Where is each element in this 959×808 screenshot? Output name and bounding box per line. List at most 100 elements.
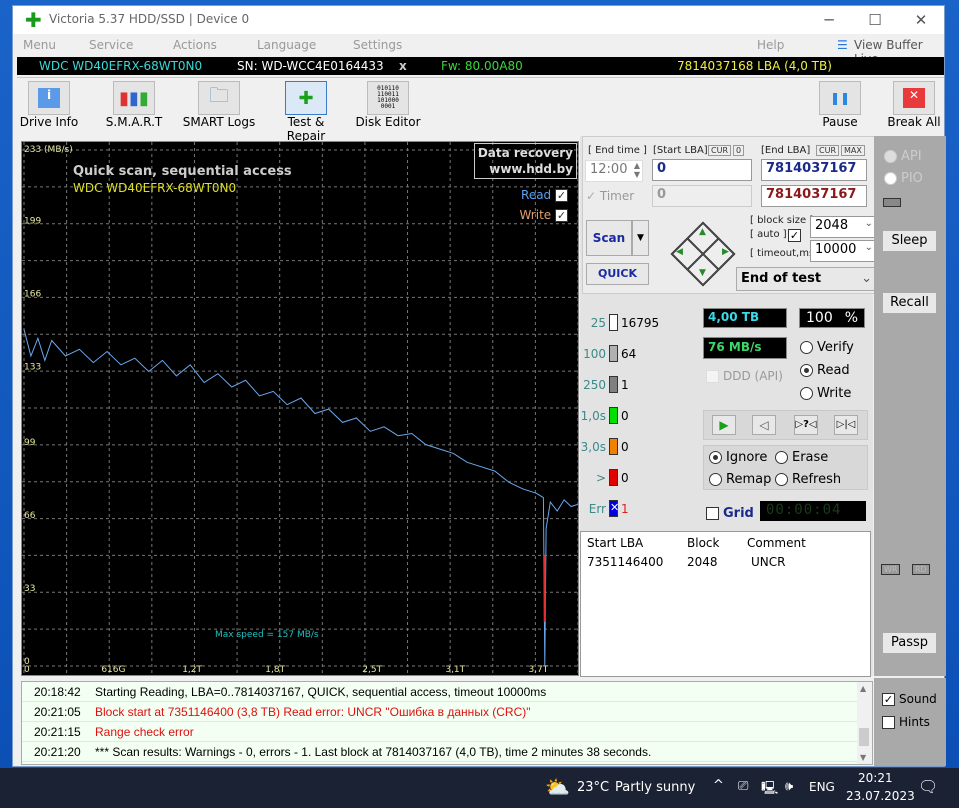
smart-button[interactable]: ▮ ▮ ▮ S.M.A.R.T <box>99 81 169 129</box>
block-color-swatch[interactable] <box>609 407 618 424</box>
percent-sign: % <box>844 310 858 326</box>
clock-date[interactable]: 23.07.2023 <box>846 789 915 803</box>
refresh-radio[interactable]: Refresh <box>775 472 841 487</box>
clock-time[interactable]: 20:21 <box>858 771 893 785</box>
quick-button[interactable]: QUICK <box>586 263 649 285</box>
remap-radio[interactable]: Remap <box>709 472 771 487</box>
passp-button[interactable]: Passp <box>882 632 937 654</box>
block-color-swatch[interactable] <box>609 469 618 486</box>
scan-button[interactable]: Scan <box>586 220 632 256</box>
minimize-button[interactable]: ─ <box>806 6 852 34</box>
log-entry: 20:18:42 Starting Reading, LBA=0..7814037… <box>22 682 858 702</box>
legend-write-checkbox[interactable]: ✓ <box>555 209 568 222</box>
disk-editor-button[interactable]: 010110 110011 101000 0001 Disk Editor <box>355 81 421 129</box>
notifications-icon[interactable]: 🗨 <box>918 777 938 796</box>
pause-button[interactable]: ❚❚ Pause <box>815 81 865 129</box>
block-color-swatch[interactable] <box>609 314 618 331</box>
block-count: 1 <box>621 501 629 516</box>
end-action-select[interactable]: End of test ⌄ <box>736 267 878 291</box>
start-zero-button[interactable]: 0 <box>733 145 745 156</box>
end-max-button[interactable]: MAX <box>841 145 865 156</box>
menu-settings[interactable]: Settings <box>353 38 402 52</box>
menu-service[interactable]: Service <box>89 38 133 52</box>
chart-title: Quick scan, sequential access <box>73 164 292 179</box>
block-color-swatch[interactable] <box>609 345 618 362</box>
ignore-label: Ignore <box>726 450 768 465</box>
play-button[interactable]: ▶ <box>712 415 736 435</box>
speed-chart: 233 (MB/s) 199 166 133 99 66 33 0 0 616G 1,2T 1,8T 2… <box>21 141 579 676</box>
verify-radio[interactable]: Verify <box>800 340 854 355</box>
block-stat-row: 3,0s 0 <box>580 438 629 455</box>
legend-write[interactable]: Write ✓ <box>519 208 568 222</box>
chevron-up-icon[interactable]: ^ <box>713 778 724 793</box>
end-lba-display[interactable]: 7814037167 <box>761 185 867 207</box>
break-all-button[interactable]: ✕ Break All <box>885 81 943 129</box>
camera-icon[interactable]: ⎚ <box>738 779 748 794</box>
drive-close-button[interactable]: x <box>399 57 407 75</box>
test-repair-button[interactable]: ✚ Test & Repair <box>267 81 345 143</box>
network-icon[interactable]: 🖳 <box>761 779 778 801</box>
toolbar: i Drive Info ▮ ▮ ▮ S.M.A.R.T 🗀 SMART Logs ✚ Te… <box>17 77 944 143</box>
start-lba-input[interactable]: 0 <box>652 159 752 181</box>
start-cur-button[interactable]: CUR <box>708 145 731 156</box>
block-stat-row: >0 <box>580 469 629 486</box>
erase-radio[interactable]: Erase <box>775 450 828 465</box>
block-count: 0 <box>621 470 629 485</box>
spinner-icon[interactable]: ▲ ▼ <box>634 161 640 179</box>
rewind-button[interactable]: ◁ <box>752 415 776 435</box>
block-threshold: 100 <box>583 346 606 361</box>
label: Disk Editor <box>355 115 421 129</box>
menu-help[interactable]: Help <box>757 38 784 52</box>
block-color-swatch[interactable] <box>609 438 618 455</box>
wr-indicator: WR <box>881 564 901 575</box>
arrow-down-icon: ▼ <box>699 268 706 278</box>
pio-radio[interactable]: PIO <box>884 171 923 186</box>
write-radio[interactable]: Write <box>800 386 851 401</box>
legend-read-checkbox[interactable]: ✓ <box>555 189 568 202</box>
drive-info-button[interactable]: i Drive Info <box>17 81 81 129</box>
close-button[interactable]: ✕ <box>898 6 944 34</box>
read-radio[interactable]: Read <box>800 363 850 378</box>
drive-capacity: 7814037168 LBA (4,0 TB) <box>677 59 832 73</box>
timer-input[interactable]: 0 <box>652 185 752 207</box>
weather-text[interactable]: Partly sunny <box>615 780 695 795</box>
sleep-button[interactable]: Sleep <box>882 230 937 252</box>
menu-menu[interactable]: Menu <box>23 38 56 52</box>
log-scrollbar[interactable]: ▲ ▼ <box>857 682 872 764</box>
table-row[interactable]: 7351146400 2048 UNCR <box>581 554 870 570</box>
end-cur-button[interactable]: CUR <box>816 145 839 156</box>
butterfly-button[interactable]: ▷|◁ <box>834 415 858 435</box>
timer-checkbox[interactable]: ✓ Timer <box>586 189 634 203</box>
language-indicator[interactable]: ENG <box>809 780 835 794</box>
end-lba-input[interactable]: 7814037167 <box>761 159 867 181</box>
block-size-select[interactable]: 2048 ⌄ <box>810 216 878 238</box>
legend-read[interactable]: Read ✓ <box>521 188 568 202</box>
menu-language[interactable]: Language <box>257 38 316 52</box>
end-time-input[interactable]: 12:00 ▲ ▼ <box>585 160 643 182</box>
api-radio[interactable]: API <box>884 149 922 164</box>
rd-indicator: RD <box>912 564 930 575</box>
sound-checkbox[interactable]: ✓ Sound <box>882 692 937 706</box>
recall-button[interactable]: Recall <box>882 292 937 314</box>
ddd-api-checkbox[interactable]: DDD (API) <box>706 369 783 383</box>
random-button[interactable]: ▷?◁ <box>794 415 818 435</box>
volume-icon[interactable]: 🕪 <box>785 779 793 794</box>
menu-actions[interactable]: Actions <box>173 38 217 52</box>
maximize-button[interactable]: ☐ <box>852 6 898 34</box>
ignore-radio[interactable]: Ignore <box>709 450 767 465</box>
timeout-select[interactable]: 10000 ⌄ <box>810 240 878 262</box>
smart-logs-button[interactable]: 🗀 SMART Logs <box>181 81 257 129</box>
block-color-swatch[interactable]: ✕ <box>609 500 619 517</box>
label: Break All <box>887 115 941 129</box>
grid-checkbox[interactable]: Grid <box>706 506 754 521</box>
block-stat-row: 25 16795 <box>580 314 659 331</box>
scan-dropdown-button[interactable]: ▼ <box>632 220 649 256</box>
drive-model[interactable]: WDC WD40EFRX-68WT0N0 <box>39 57 202 75</box>
weather-temp[interactable]: 23°C <box>577 780 609 795</box>
weather-icon[interactable]: ⛅ <box>545 775 570 799</box>
auto-checkbox[interactable]: ✓ <box>788 229 801 242</box>
block-stat-row: 1,0s 0 <box>580 407 629 424</box>
block-color-swatch[interactable] <box>609 376 618 393</box>
max-speed-annotation: Max speed = 157 MB/s <box>215 630 319 640</box>
hints-checkbox[interactable]: Hints <box>882 715 930 729</box>
